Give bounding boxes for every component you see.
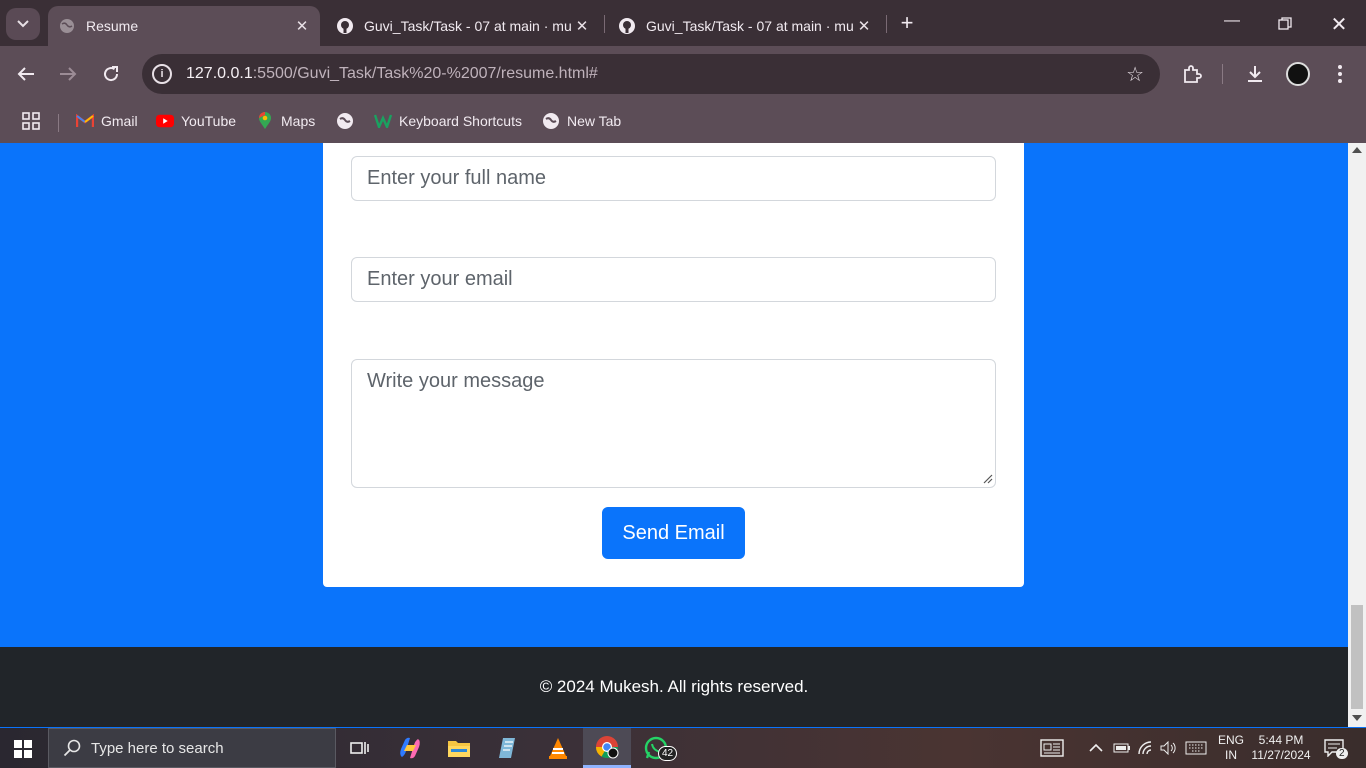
message-textarea[interactable] <box>351 359 996 488</box>
page-viewport: Send Email © 2024 Mukesh. All rights res… <box>0 143 1348 727</box>
close-tab-icon[interactable]: ✕ <box>292 17 312 35</box>
keyboard-icon[interactable] <box>1185 728 1207 768</box>
forward-arrow-icon[interactable] <box>56 62 80 86</box>
tab-title: Guvi_Task/Task - 07 at main · mu <box>364 18 572 34</box>
extensions-icon[interactable] <box>1180 62 1204 86</box>
more-menu-icon[interactable] <box>1328 62 1352 86</box>
scroll-up-arrow-icon[interactable] <box>1352 147 1362 153</box>
close-window-icon[interactable]: ✕ <box>1327 12 1351 36</box>
minimize-icon[interactable]: — <box>1220 12 1244 36</box>
maps-pin-icon <box>256 112 274 130</box>
url-text[interactable]: 127.0.0.1:5500/Guvi_Task/Task%20-%2007/r… <box>186 65 598 83</box>
bookmark-keyboard-shortcuts[interactable]: Keyboard Shortcuts <box>374 110 522 132</box>
chrome-taskbar-icon[interactable] <box>583 728 631 768</box>
notepad-icon[interactable] <box>484 728 532 768</box>
email-input[interactable] <box>351 257 996 302</box>
tab-resume[interactable]: Resume ✕ <box>48 6 320 46</box>
site-info-icon[interactable]: i <box>152 64 172 84</box>
bookmark-globe[interactable] <box>336 110 361 132</box>
new-tab-plus-icon[interactable]: + <box>895 12 919 36</box>
close-tab-icon[interactable]: ✕ <box>854 17 874 35</box>
scroll-down-arrow-icon[interactable] <box>1352 715 1362 721</box>
reload-icon[interactable] <box>99 62 123 86</box>
windows-taskbar: Type here to search 42 ENG IN 5:44 PM 11… <box>0 728 1366 768</box>
bookmarks-bar: Gmail YouTube Maps Keyboard Shortcuts Ne… <box>0 102 1366 143</box>
github-icon <box>336 17 354 35</box>
clock[interactable]: 5:44 PM 11/27/2024 <box>1250 728 1312 768</box>
scroll-thumb[interactable] <box>1351 605 1363 709</box>
download-icon[interactable] <box>1243 62 1267 86</box>
bookmark-youtube[interactable]: YouTube <box>156 110 236 132</box>
send-email-button[interactable]: Send Email <box>602 507 745 559</box>
chevron-down-icon <box>17 20 29 28</box>
show-hidden-icons-chevron-icon[interactable] <box>1089 728 1103 768</box>
github-icon <box>618 17 636 35</box>
contact-form-card: Send Email <box>323 143 1024 587</box>
gmail-icon <box>76 112 94 130</box>
bookmarks-divider <box>58 114 59 132</box>
tab-title: Guvi_Task/Task - 07 at main · mu <box>646 18 854 34</box>
close-tab-icon[interactable]: ✕ <box>572 17 592 35</box>
tab-github-2[interactable]: Guvi_Task/Task - 07 at main · mu ✕ <box>610 6 882 46</box>
globe-icon <box>58 17 76 35</box>
youtube-icon <box>156 112 174 130</box>
bookmark-new-tab[interactable]: New Tab <box>542 110 621 132</box>
full-name-input[interactable] <box>351 156 996 201</box>
page-footer: © 2024 Mukesh. All rights reserved. <box>0 647 1348 727</box>
file-explorer-icon[interactable] <box>435 728 483 768</box>
restore-icon[interactable] <box>1273 12 1297 36</box>
input-language-indicator[interactable]: ENG IN <box>1218 728 1244 768</box>
taskbar-search-box[interactable]: Type here to search <box>48 728 336 768</box>
w-logo-icon <box>374 112 392 130</box>
tab-github-1[interactable]: Guvi_Task/Task - 07 at main · mu ✕ <box>328 6 600 46</box>
notification-center-icon[interactable]: 2 <box>1324 728 1348 768</box>
toolbar-divider <box>1222 64 1223 84</box>
tab-title: Resume <box>86 18 139 34</box>
windows-start-icon[interactable] <box>14 740 32 758</box>
footer-copyright: © 2024 Mukesh. All rights reserved. <box>539 677 809 696</box>
task-view-icon[interactable] <box>336 728 384 768</box>
globe-icon <box>336 112 354 130</box>
copilot-icon[interactable] <box>386 728 434 768</box>
clock-date: 11/27/2024 <box>1251 748 1311 762</box>
tab-separator <box>604 15 605 33</box>
globe-icon <box>542 112 560 130</box>
bookmark-gmail[interactable]: Gmail <box>76 110 138 132</box>
whatsapp-unread-badge: 42 <box>658 746 678 761</box>
tab-strip: Resume ✕ Guvi_Task/Task - 07 at main · m… <box>0 0 1366 46</box>
tab-separator <box>886 15 887 33</box>
taskbar-search-placeholder: Type here to search <box>91 739 224 757</box>
browser-toolbar: i 127.0.0.1:5500/Guvi_Task/Task%20-%2007… <box>0 46 1366 102</box>
resize-grip-icon[interactable] <box>983 474 993 484</box>
bookmark-maps[interactable]: Maps <box>256 110 315 132</box>
whatsapp-icon[interactable]: 42 <box>632 728 680 768</box>
search-icon <box>63 739 81 757</box>
battery-icon[interactable] <box>1113 728 1131 768</box>
volume-icon[interactable] <box>1160 728 1178 768</box>
news-widget-icon[interactable] <box>1040 728 1064 768</box>
vertical-scrollbar[interactable] <box>1348 143 1366 727</box>
apps-grid-icon[interactable] <box>22 110 40 132</box>
tab-search-button[interactable] <box>6 8 40 40</box>
address-bar[interactable]: i 127.0.0.1:5500/Guvi_Task/Task%20-%2007… <box>142 54 1160 94</box>
profile-avatar[interactable] <box>1286 62 1310 86</box>
clock-time: 5:44 PM <box>1258 733 1304 747</box>
bookmark-star-icon[interactable]: ☆ <box>1126 62 1144 87</box>
vlc-icon[interactable] <box>534 728 582 768</box>
wifi-icon[interactable] <box>1138 728 1154 768</box>
notification-count-badge: 2 <box>1336 748 1348 759</box>
back-arrow-icon[interactable] <box>14 62 38 86</box>
